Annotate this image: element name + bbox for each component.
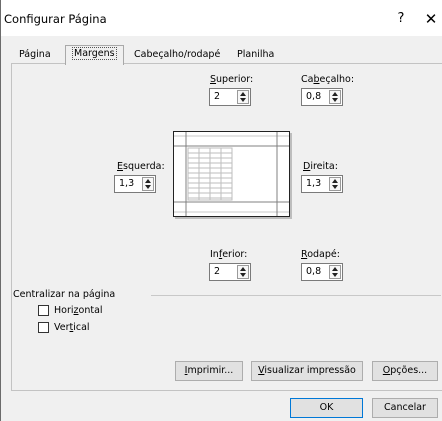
superior-spin-arrows[interactable] [237,90,249,104]
tab-strip: Página Margens Cabeçalho/rodapé Planilha [1,45,442,65]
close-icon[interactable]: ✕ [421,9,441,29]
spin-down-icon[interactable] [332,273,338,277]
spin-up-icon[interactable] [145,179,151,183]
page-preview-graphic [174,132,289,216]
direita-label: Direita: [303,161,338,172]
spin-down-icon[interactable] [145,185,151,189]
tab-planilha-label: Planilha [237,49,275,60]
esquerda-spin-arrows[interactable] [142,177,154,191]
spin-up-icon[interactable] [332,92,338,96]
direita-value[interactable]: 1,3 [306,178,321,189]
cancelar-button[interactable]: Cancelar [372,398,438,418]
ok-button[interactable]: OK [290,398,363,418]
vertical-checkbox[interactable] [38,322,49,333]
cabecalho-value[interactable]: 0,8 [306,91,321,102]
spin-down-icon[interactable] [240,98,246,102]
tab-cabecalho-rodape-label: Cabeçalho/rodapé [134,49,221,60]
rodape-label: Rodapé: [301,249,340,260]
title-bar: Configurar Página ? ✕ [1,0,442,36]
spin-down-icon[interactable] [332,185,338,189]
opcoes-button[interactable]: Opções... [372,361,438,381]
dialog-title: Configurar Página [4,12,107,26]
inferior-label: Inferior: [210,249,248,260]
vertical-label[interactable]: Vertical [54,322,90,333]
page-preview [173,131,290,217]
tab-margens-label: Margens [72,47,117,60]
cabecalho-spin-arrows[interactable] [329,90,341,104]
tab-pagina-label: Página [19,49,51,60]
imprimir-button[interactable]: Imprimir... [175,361,243,381]
inferior-spin-arrows[interactable] [237,265,249,279]
direita-spinner[interactable]: 1,3 [301,175,343,193]
tab-cabecalho-rodape[interactable]: Cabeçalho/rodapé [128,47,226,63]
help-button[interactable]: ? [391,9,411,29]
center-group-label: Centralizar na página [13,289,116,300]
direita-spin-arrows[interactable] [329,177,341,191]
spin-up-icon[interactable] [240,92,246,96]
rodape-spinner[interactable]: 0,8 [301,263,343,281]
superior-value[interactable]: 2 [214,91,220,102]
inferior-value[interactable]: 2 [214,266,220,277]
esquerda-spinner[interactable]: 1,3 [114,175,156,193]
spin-down-icon[interactable] [240,273,246,277]
horizontal-checkbox[interactable] [38,305,49,316]
rodape-spin-arrows[interactable] [329,265,341,279]
group-divider [151,295,441,296]
horizontal-label[interactable]: Horizontal [54,305,103,316]
rodape-value[interactable]: 0,8 [306,266,321,277]
esquerda-value[interactable]: 1,3 [119,178,134,189]
page-setup-dialog: Configurar Página ? ✕ Página Margens Cab… [0,0,442,421]
superior-label: Superior: [210,74,254,85]
tab-margens[interactable]: Margens [65,45,124,65]
esquerda-label: Esquerda: [117,161,165,172]
tab-pagina[interactable]: Página [13,47,57,63]
spin-up-icon[interactable] [332,267,338,271]
tab-planilha[interactable]: Planilha [231,47,280,63]
superior-spinner[interactable]: 2 [209,88,251,106]
spin-up-icon[interactable] [332,179,338,183]
cabecalho-spinner[interactable]: 0,8 [301,88,343,106]
margins-panel [11,63,442,391]
spin-up-icon[interactable] [240,267,246,271]
spin-down-icon[interactable] [332,98,338,102]
visualizar-impressao-button[interactable]: Visualizar impressão [251,361,363,381]
cabecalho-label: Cabeçalho: [301,74,355,85]
inferior-spinner[interactable]: 2 [209,263,251,281]
